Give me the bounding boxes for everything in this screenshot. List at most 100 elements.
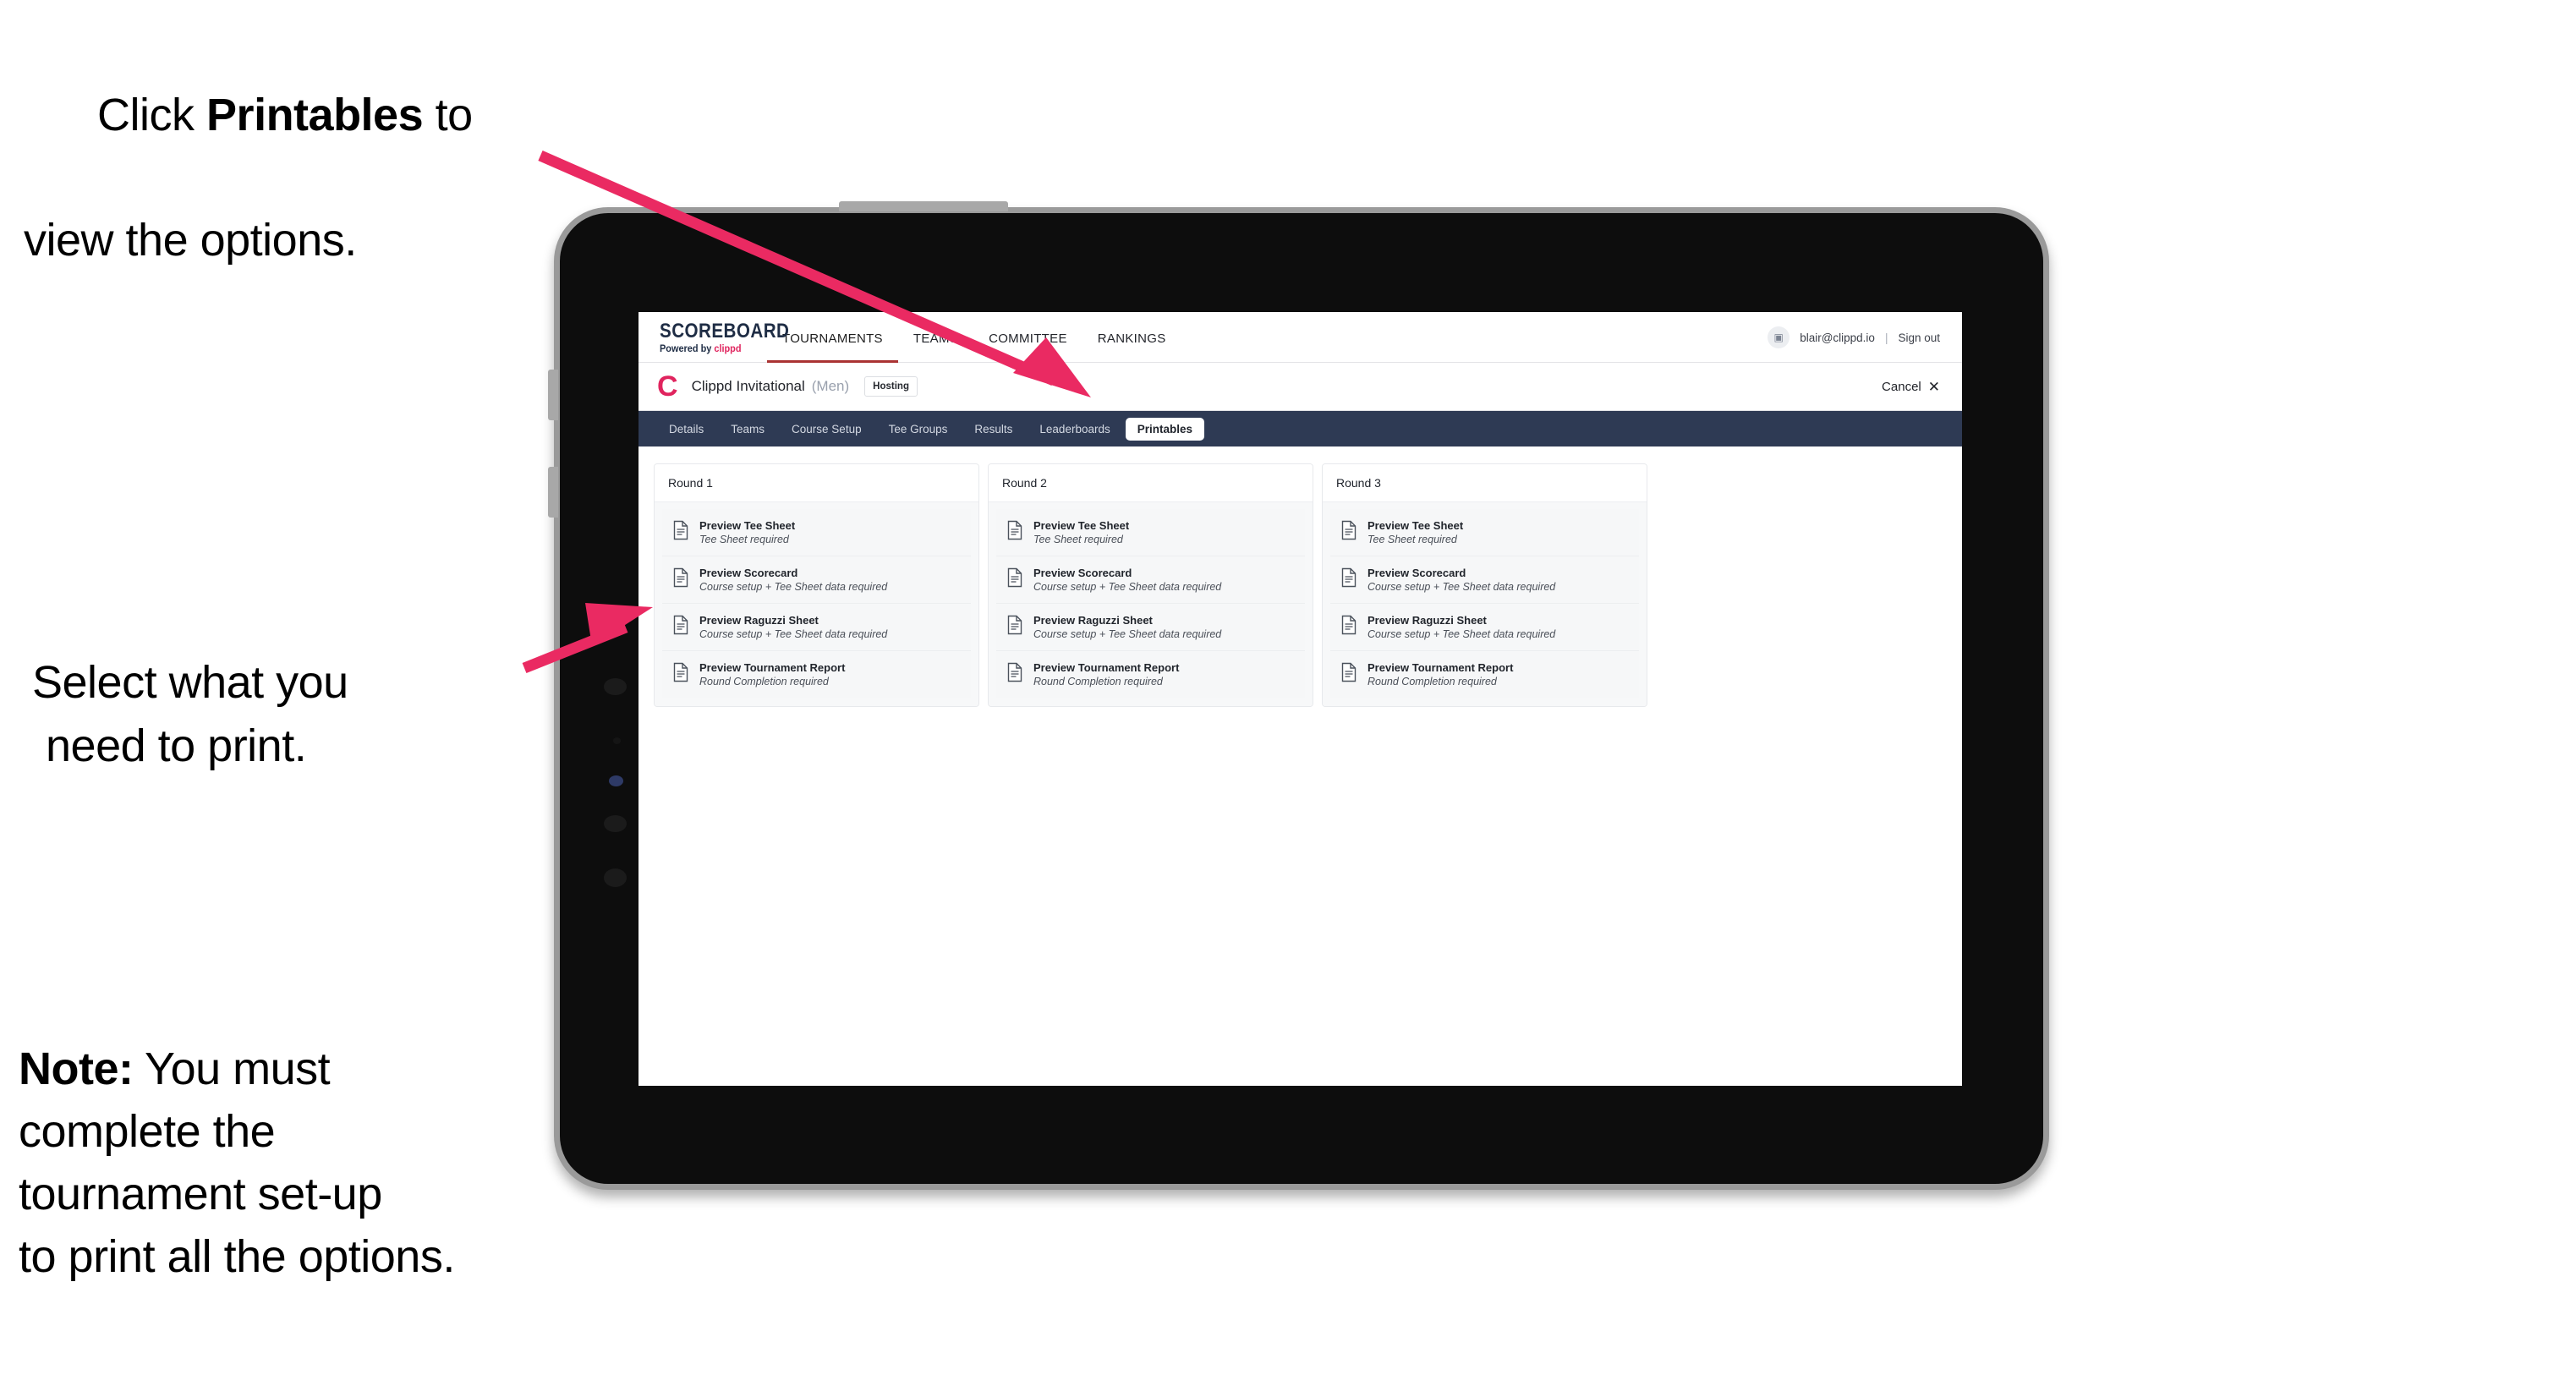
document-icon — [1340, 567, 1357, 592]
cancel-button[interactable]: Cancel ✕ — [1882, 380, 1940, 394]
tab-teams[interactable]: Teams — [719, 418, 776, 441]
tab-results[interactable]: Results — [962, 418, 1024, 441]
round-card: Round 2 Preview Tee Sheet Tee Sheet requir… — [988, 463, 1313, 707]
annotation-note: Note: You must complete the tournament s… — [19, 1038, 455, 1289]
printable-item[interactable]: Preview Scorecard Course setup + Tee Shee… — [662, 556, 971, 604]
tab-tee-groups[interactable]: Tee Groups — [877, 418, 960, 441]
tab-leaderboards[interactable]: Leaderboards — [1028, 418, 1121, 441]
printable-item-subtitle: Tee Sheet required — [1367, 534, 1457, 545]
round-title: Round 3 — [1323, 464, 1647, 502]
avatar[interactable]: ▣ — [1768, 326, 1790, 348]
printable-item[interactable]: Preview Tournament Report Round Completio… — [662, 651, 971, 698]
annotation-note-line1: You must — [133, 1044, 331, 1094]
document-icon — [672, 615, 689, 639]
document-icon — [1006, 662, 1023, 687]
document-icon — [1006, 615, 1023, 639]
bezel-speaker-icon-3 — [604, 868, 627, 887]
tablet-volume-down-button — [548, 467, 558, 518]
round-card: Round 3 Preview Tee Sheet Tee Sheet requir… — [1322, 463, 1647, 707]
document-icon — [1340, 615, 1357, 639]
tab-printables[interactable]: Printables — [1125, 417, 1205, 441]
printable-item-subtitle: Course setup + Tee Sheet data required — [1367, 628, 1556, 640]
printable-item[interactable]: Preview Tournament Report Round Completio… — [996, 651, 1305, 698]
app-screen: SCOREBOARD Powered by clippd TOURNAMENTS… — [639, 312, 1962, 1086]
printable-item[interactable]: Preview Scorecard Course setup + Tee Shee… — [996, 556, 1305, 604]
printable-item-title: Preview Tee Sheet — [1367, 519, 1464, 532]
annotation-select-line1: Select what you — [32, 657, 348, 708]
printable-item-subtitle: Round Completion required — [699, 676, 829, 688]
printable-item-text: Preview Tournament Report Round Completio… — [699, 661, 845, 688]
printable-item-title: Preview Raguzzi Sheet — [1367, 614, 1487, 627]
tab-details[interactable]: Details — [657, 418, 715, 441]
printable-item-text: Preview Tee Sheet Tee Sheet required — [699, 519, 795, 545]
annotation-note-line4: to print all the options. — [19, 1230, 455, 1282]
round-items: Preview Tee Sheet Tee Sheet required Previ… — [655, 502, 978, 706]
annotation-select-line2: need to print. — [46, 720, 307, 771]
annotation-click-post: to — [423, 89, 474, 140]
topnav-item-committee[interactable]: COMMITTEE — [973, 331, 1082, 363]
bezel-speaker-icon-2 — [604, 815, 627, 832]
printable-item[interactable]: Preview Tee Sheet Tee Sheet required — [662, 509, 971, 556]
annotation-click-line2: view the options. — [24, 214, 357, 266]
printable-item[interactable]: Preview Raguzzi Sheet Course setup + Tee … — [1330, 604, 1639, 651]
printable-item-title: Preview Raguzzi Sheet — [699, 614, 819, 627]
round-card: Round 1 Preview Tee Sheet Tee Sheet requir… — [654, 463, 979, 707]
document-icon — [672, 662, 689, 687]
tournament-gender: (Men) — [811, 378, 850, 394]
printable-item[interactable]: Preview Tournament Report Round Completio… — [1330, 651, 1639, 698]
global-top-nav: SCOREBOARD Powered by clippd TOURNAMENTS… — [639, 312, 1962, 363]
annotation-note-line2: complete the — [19, 1105, 276, 1157]
scoreboard-logo[interactable]: SCOREBOARD Powered by clippd — [639, 320, 790, 362]
round-title: Round 1 — [655, 464, 978, 502]
printable-item-text: Preview Tournament Report Round Completio… — [1367, 661, 1513, 688]
printable-item-subtitle: Course setup + Tee Sheet data required — [699, 581, 888, 593]
annotation-click-pre: Click — [97, 89, 207, 140]
printable-item-subtitle: Round Completion required — [1367, 676, 1497, 688]
account-email: blair@clippd.io — [1800, 331, 1875, 344]
printable-item[interactable]: Preview Tee Sheet Tee Sheet required — [1330, 509, 1639, 556]
printable-item-subtitle: Tee Sheet required — [1033, 534, 1123, 545]
printable-item-title: Preview Tee Sheet — [699, 519, 796, 532]
printable-item[interactable]: Preview Raguzzi Sheet Course setup + Tee … — [662, 604, 971, 651]
printable-item-text: Preview Tee Sheet Tee Sheet required — [1033, 519, 1129, 545]
round-items: Preview Tee Sheet Tee Sheet required Previ… — [1323, 502, 1647, 706]
tab-course-setup[interactable]: Course Setup — [780, 418, 874, 441]
printable-item[interactable]: Preview Tee Sheet Tee Sheet required — [996, 509, 1305, 556]
printable-item-title: Preview Tournament Report — [1033, 661, 1180, 674]
topnav-item-rankings[interactable]: RANKINGS — [1082, 331, 1181, 363]
bezel-sensor-icon — [613, 737, 621, 744]
printable-item-subtitle: Tee Sheet required — [699, 534, 789, 545]
sign-out-link[interactable]: Sign out — [1898, 331, 1940, 344]
printable-item[interactable]: Preview Raguzzi Sheet Course setup + Tee … — [996, 604, 1305, 651]
brand-title: SCOREBOARD — [660, 320, 790, 342]
document-icon — [1340, 520, 1357, 545]
printable-item-title: Preview Tee Sheet — [1033, 519, 1130, 532]
clippd-logo-icon: C — [657, 370, 678, 403]
printable-item-subtitle: Course setup + Tee Sheet data required — [699, 628, 888, 640]
bezel-speaker-icon — [604, 678, 627, 695]
annotation-note-line3: tournament set-up — [19, 1168, 382, 1219]
printable-item-title: Preview Scorecard — [1033, 567, 1132, 579]
tablet-volume-up-button — [548, 370, 558, 420]
printables-content: Round 1 Preview Tee Sheet Tee Sheet requir… — [639, 446, 1962, 724]
round-items: Preview Tee Sheet Tee Sheet required Previ… — [989, 502, 1313, 706]
tournament-tab-strip: Details Teams Course Setup Tee Groups Re… — [639, 411, 1962, 446]
printable-item-title: Preview Scorecard — [1367, 567, 1466, 579]
annotation-note-bold: Note: — [19, 1044, 134, 1094]
printable-item-subtitle: Round Completion required — [1033, 676, 1163, 688]
printable-item-text: Preview Scorecard Course setup + Tee Shee… — [1033, 567, 1221, 593]
document-icon — [672, 567, 689, 592]
printable-item-text: Preview Tournament Report Round Completio… — [1033, 661, 1179, 688]
printable-item[interactable]: Preview Scorecard Course setup + Tee Shee… — [1330, 556, 1639, 604]
brand-powered-accent: clippd — [714, 344, 742, 354]
printable-item-text: Preview Scorecard Course setup + Tee Shee… — [1367, 567, 1555, 593]
printable-item-subtitle: Course setup + Tee Sheet data required — [1033, 628, 1222, 640]
document-icon — [1006, 567, 1023, 592]
brand-powered-prefix: Powered by — [660, 344, 715, 354]
bezel-camera-icon — [609, 775, 623, 786]
document-icon — [672, 520, 689, 545]
printable-item-title: Preview Scorecard — [699, 567, 798, 579]
printable-item-title: Preview Raguzzi Sheet — [1033, 614, 1153, 627]
topnav-item-teams[interactable]: TEAMS — [898, 331, 973, 363]
brand-subtitle: Powered by clippd — [660, 344, 762, 354]
